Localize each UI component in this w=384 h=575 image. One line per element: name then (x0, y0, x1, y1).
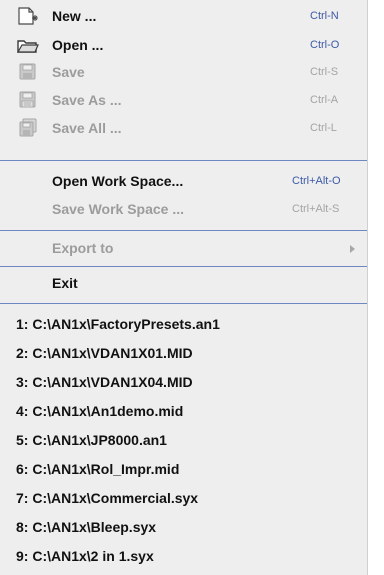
submenu-arrow-icon (350, 245, 355, 253)
menu-item-open-shortcut: Ctrl-O (310, 39, 340, 51)
menu-item-open[interactable]: Open ... Ctrl-O (0, 31, 367, 59)
menu-item-save-as-label: Save As ... (52, 92, 122, 108)
menu-item-save-workspace[interactable]: Save Work Space ... Ctrl+Alt-S (0, 195, 367, 223)
menu-item-new[interactable]: New ... Ctrl-N (0, 2, 367, 30)
menu-separator (0, 303, 367, 304)
file-menu: New ... Ctrl-N Open ... Ctrl-O Save Ctrl… (0, 0, 368, 575)
recent-file-item[interactable]: 9: C:\AN1x\2 in 1.syx (0, 542, 367, 570)
menu-separator (0, 230, 367, 231)
recent-file-label: 2: C:\AN1x\VDAN1X01.MID (16, 345, 193, 361)
recent-file-item[interactable]: 6: C:\AN1x\Rol_Impr.mid (0, 455, 367, 483)
save-as-icon (16, 90, 40, 110)
menu-item-exit[interactable]: Exit (0, 269, 367, 297)
recent-file-item[interactable]: 2: C:\AN1x\VDAN1X01.MID (0, 339, 367, 367)
recent-file-label: 4: C:\AN1x\An1demo.mid (16, 403, 184, 419)
recent-file-label: 5: C:\AN1x\JP8000.an1 (16, 432, 167, 448)
recent-file-label: 7: C:\AN1x\Commercial.syx (16, 490, 199, 506)
menu-item-save-as-shortcut: Ctrl-A (310, 94, 339, 106)
open-folder-icon (16, 35, 40, 55)
floppy-disk-icon (16, 62, 40, 82)
menu-item-save-all-shortcut: Ctrl-L (310, 122, 337, 134)
recent-file-label: 9: C:\AN1x\2 in 1.syx (16, 548, 154, 564)
menu-item-open-label: Open ... (52, 37, 104, 53)
menu-item-exit-label: Exit (52, 275, 78, 291)
new-document-icon (16, 6, 40, 26)
recent-file-label: 8: C:\AN1x\Bleep.syx (16, 519, 157, 535)
menu-item-new-label: New ... (52, 8, 97, 24)
menu-item-save-shortcut: Ctrl-S (310, 66, 339, 78)
menu-item-open-workspace[interactable]: Open Work Space... Ctrl+Alt-O (0, 167, 367, 195)
recent-file-label: 3: C:\AN1x\VDAN1X04.MID (16, 374, 193, 390)
recent-file-item[interactable]: 3: C:\AN1x\VDAN1X04.MID (0, 368, 367, 396)
recent-file-label: 1: C:\AN1x\FactoryPresets.an1 (16, 316, 220, 332)
menu-item-save-workspace-shortcut: Ctrl+Alt-S (292, 203, 340, 215)
recent-file-item[interactable]: 8: C:\AN1x\Bleep.syx (0, 513, 367, 541)
menu-item-save-workspace-label: Save Work Space ... (52, 201, 185, 217)
menu-item-open-workspace-shortcut: Ctrl+Alt-O (292, 175, 341, 187)
menu-separator (0, 266, 367, 267)
recent-file-item[interactable]: 5: C:\AN1x\JP8000.an1 (0, 426, 367, 454)
recent-file-label: 6: C:\AN1x\Rol_Impr.mid (16, 461, 180, 477)
save-all-icon (16, 118, 40, 138)
menu-item-new-shortcut: Ctrl-N (310, 10, 339, 22)
menu-item-save[interactable]: Save Ctrl-S (0, 58, 367, 86)
recent-file-item[interactable]: 7: C:\AN1x\Commercial.syx (0, 484, 367, 512)
menu-item-save-as[interactable]: Save As ... Ctrl-A (0, 86, 367, 114)
menu-item-save-all-label: Save All ... (52, 120, 122, 136)
recent-file-item[interactable]: 1: C:\AN1x\FactoryPresets.an1 (0, 310, 367, 338)
menu-item-open-workspace-label: Open Work Space... (52, 173, 184, 189)
menu-item-save-all[interactable]: Save All ... Ctrl-L (0, 114, 367, 142)
menu-item-export-to[interactable]: Export to (0, 234, 367, 262)
menu-item-save-label: Save (52, 64, 85, 80)
menu-separator (0, 160, 367, 161)
menu-item-export-to-label: Export to (52, 240, 114, 256)
recent-file-item[interactable]: 4: C:\AN1x\An1demo.mid (0, 397, 367, 425)
